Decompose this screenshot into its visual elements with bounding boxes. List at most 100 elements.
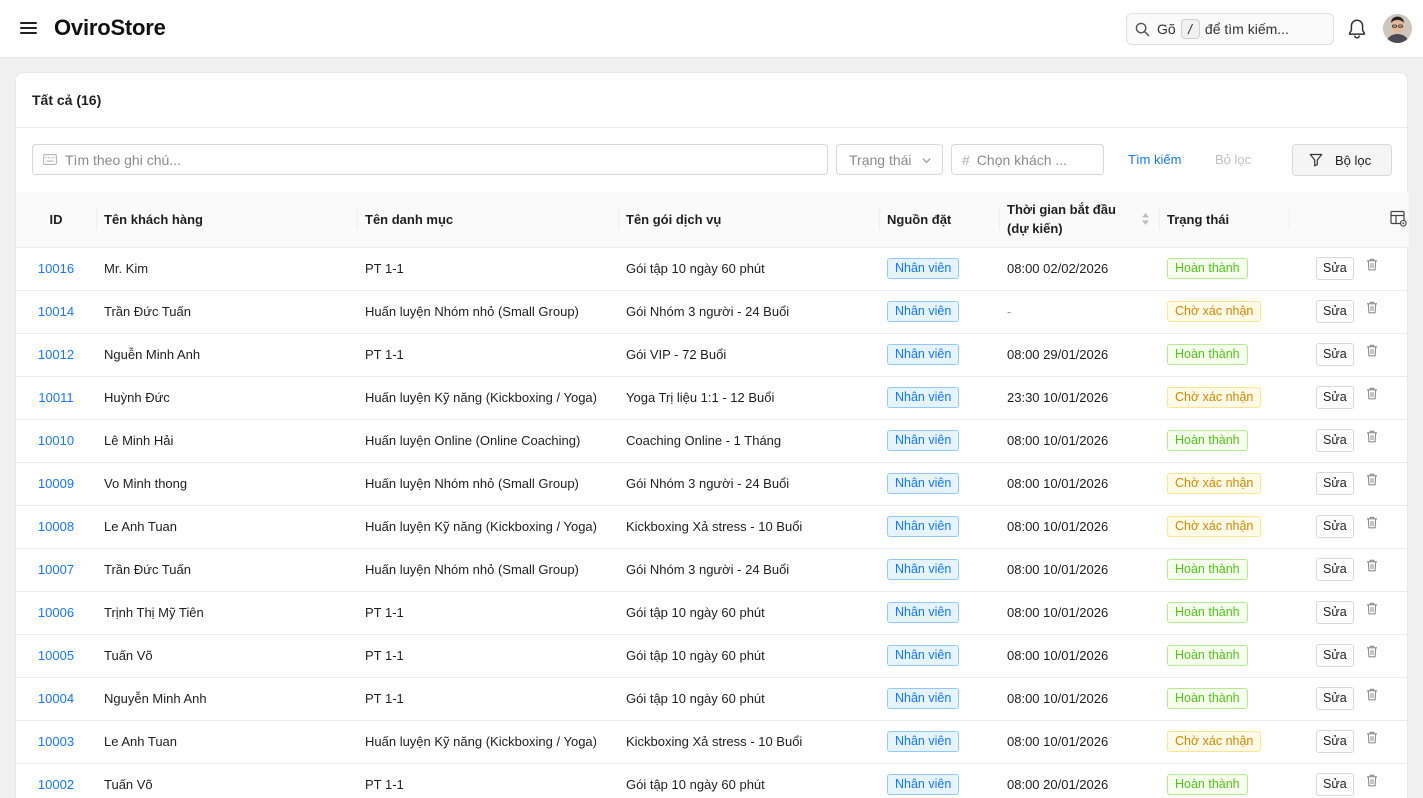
column-header-start-time-label: Thời gian bắt đầu (dự kiến) [1007,202,1116,237]
category-cell: Huấn luyện Kỹ năng (Kickboxing / Yoga) [357,720,618,764]
column-header-status[interactable]: Trạng thái [1159,192,1289,248]
edit-button[interactable]: Sửa [1316,601,1354,624]
table-row: 10010 Lê Minh Hải Huấn luyện Online (Onlin… [16,419,1409,463]
table-row: 10005 Tuấn Võ PT 1-1 Gói tập 10 ngày 60 phú… [16,634,1409,678]
edit-button[interactable]: Sửa [1316,644,1354,667]
trash-icon[interactable] [1366,602,1378,615]
column-header-id[interactable]: ID [16,192,96,248]
status-badge: Hoàn thành [1167,602,1248,623]
booking-id-link[interactable]: 10003 [16,720,96,764]
filter-button[interactable]: Bộ lọc [1292,144,1392,176]
package-cell: Yoga Trị liệu 1:1 - 12 Buổi [618,376,879,420]
column-header-start-time[interactable]: Thời gian bắt đầu (dự kiến) [999,192,1159,248]
status-badge: Chờ xác nhận [1167,731,1262,752]
trash-icon[interactable] [1366,301,1378,314]
trash-icon[interactable] [1366,645,1378,658]
edit-button[interactable]: Sửa [1316,343,1354,366]
edit-button[interactable]: Sửa [1316,515,1354,538]
bell-icon[interactable] [1347,18,1367,43]
clear-filter-button[interactable]: Bỏ lọc [1207,144,1259,175]
trash-icon[interactable] [1366,430,1378,443]
edit-button[interactable]: Sửa [1316,300,1354,323]
trash-icon[interactable] [1366,688,1378,701]
status-badge: Hoàn thành [1167,258,1248,279]
booking-id-link[interactable]: 10005 [16,634,96,678]
column-header-customer[interactable]: Tên khách hàng [96,192,357,248]
actions-cell: Sửa [1289,505,1409,549]
status-cell: Hoàn thành [1159,419,1289,463]
start-time-cell: 08:00 10/01/2026 [999,677,1159,721]
edit-button[interactable]: Sửa [1316,429,1354,452]
column-header-category[interactable]: Tên danh mục [357,192,618,248]
booking-id-link[interactable]: 10011 [16,376,96,420]
status-cell: Chờ xác nhận [1159,505,1289,549]
search-button[interactable]: Tìm kiếm [1120,144,1189,175]
global-search[interactable]: Gõ / để tìm kiếm... [1126,13,1334,45]
start-time-cell: 08:00 10/01/2026 [999,462,1159,506]
note-search-box[interactable] [32,144,828,175]
start-time-cell: 08:00 10/01/2026 [999,634,1159,678]
booking-id-link[interactable]: 10014 [16,290,96,334]
column-settings-icon[interactable] [1390,210,1407,227]
booking-id-link[interactable]: 10009 [16,462,96,506]
source-tag: Nhân viên [887,344,960,365]
source-cell: Nhân viên [879,763,999,798]
booking-id-link[interactable]: 10012 [16,333,96,377]
booking-id-link[interactable]: 10004 [16,677,96,721]
actions-cell: Sửa [1289,634,1409,678]
customer-name-cell: Trần Đức Tuấn [96,290,357,334]
source-tag: Nhân viên [887,430,960,451]
trash-icon[interactable] [1366,344,1378,357]
table-row: 10004 Nguyễn Minh Anh PT 1-1 Gói tập 10 ngà… [16,677,1409,721]
menu-icon[interactable] [20,20,38,36]
brand-logo[interactable]: OviroStore [54,15,166,41]
package-cell: Kickboxing Xả stress - 10 Buổi [618,505,879,549]
source-tag: Nhân viên [887,258,960,279]
trash-icon[interactable] [1366,559,1378,572]
status-cell: Hoàn thành [1159,548,1289,592]
source-tag: Nhân viên [887,559,960,580]
status-select[interactable]: Trạng thái [836,144,943,175]
edit-button[interactable]: Sửa [1316,386,1354,409]
edit-button[interactable]: Sửa [1316,257,1354,280]
trash-icon[interactable] [1366,258,1378,271]
package-cell: Gói Nhóm 3 người - 24 Buổi [618,462,879,506]
customer-name-cell: Trần Đức Tuấn [96,548,357,592]
trash-icon[interactable] [1366,387,1378,400]
edit-button[interactable]: Sửa [1316,558,1354,581]
status-cell: Chờ xác nhận [1159,290,1289,334]
table-row: 10016 Mr. Kim PT 1-1 Gói tập 10 ngày 60 phú… [16,247,1409,291]
trash-icon[interactable] [1366,473,1378,486]
edit-button[interactable]: Sửa [1316,472,1354,495]
edit-button[interactable]: Sửa [1316,773,1354,796]
customer-name-cell: Huỳnh Đức [96,376,357,420]
start-time-cell: 08:00 10/01/2026 [999,419,1159,463]
customer-select[interactable]: # [951,144,1158,175]
search-shortcut-key: / [1180,19,1200,39]
booking-id-link[interactable]: 10002 [16,763,96,798]
booking-id-link[interactable]: 10010 [16,419,96,463]
edit-button[interactable]: Sửa [1316,730,1354,753]
note-search-input[interactable] [65,145,827,174]
start-time-cell: 08:00 10/01/2026 [999,720,1159,764]
customer-name-cell: Tuấn Võ [96,763,357,798]
booking-id-link[interactable]: 10007 [16,548,96,592]
column-header-package[interactable]: Tên gói dịch vụ [618,192,879,248]
edit-button[interactable]: Sửa [1316,687,1354,710]
trash-icon[interactable] [1366,774,1378,787]
booking-id-link[interactable]: 10008 [16,505,96,549]
table-row: 10011 Huỳnh Đức Huấn luyện Kỹ năng (Kickbo… [16,376,1409,420]
sort-icon[interactable] [1141,212,1150,226]
column-header-source[interactable]: Nguồn đặt [879,192,999,248]
category-cell: Huấn luyện Online (Online Coaching) [357,419,618,463]
status-badge: Hoàn thành [1167,430,1248,451]
booking-id-link[interactable]: 10016 [16,247,96,291]
source-cell: Nhân viên [879,677,999,721]
booking-id-link[interactable]: 10006 [16,591,96,635]
start-time-cell: - [999,290,1159,334]
status-cell: Hoàn thành [1159,677,1289,721]
actions-cell: Sửa [1289,333,1409,377]
trash-icon[interactable] [1366,731,1378,744]
trash-icon[interactable] [1366,516,1378,529]
avatar[interactable] [1383,14,1412,43]
